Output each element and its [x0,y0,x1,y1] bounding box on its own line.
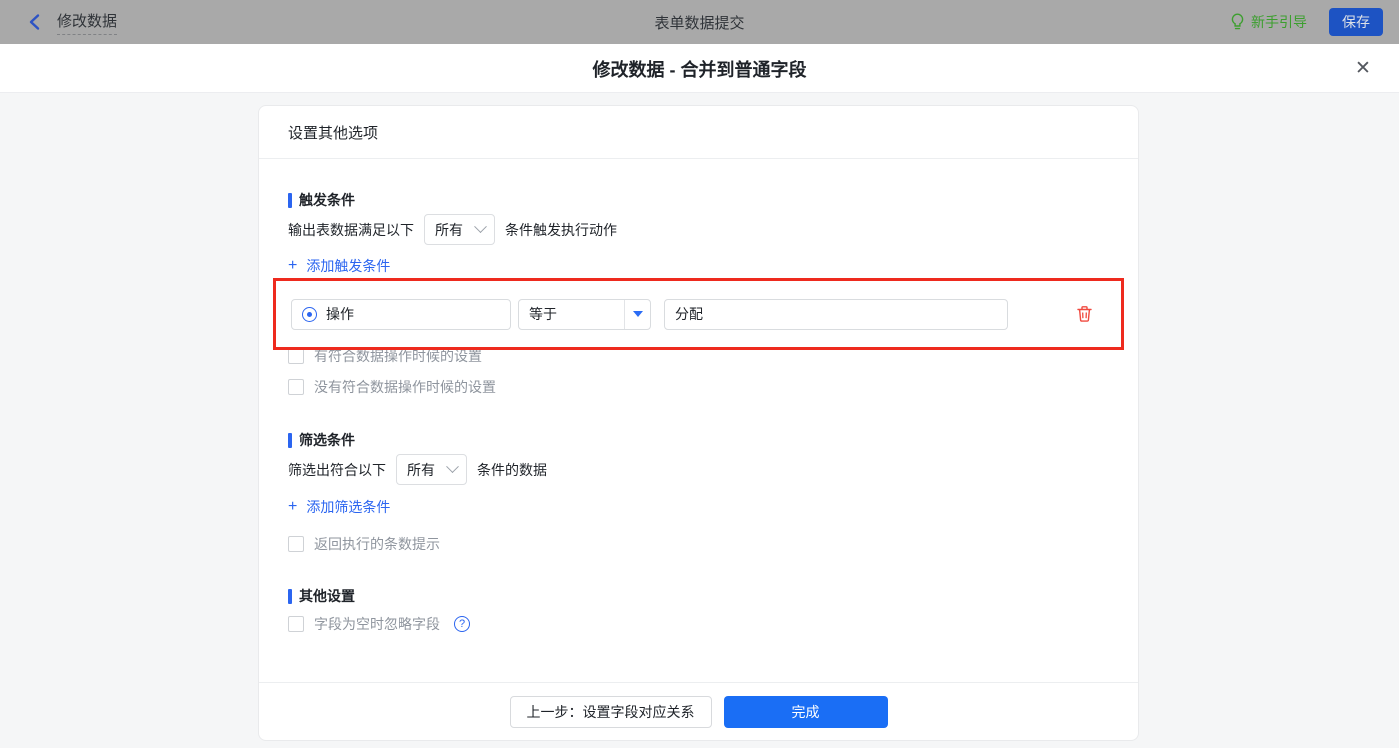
trigger-condition-row-highlight: 操作 等于 分配 [273,278,1124,350]
count-tip-checkbox[interactable] [288,536,304,552]
radio-field-type-icon [302,307,317,322]
dialog-header: 修改数据 - 合并到普通字段 ✕ [0,44,1399,93]
filter-match-select[interactable]: 所有 [396,454,467,485]
delete-condition-trash-icon[interactable] [1076,305,1093,323]
condition-value-input[interactable]: 分配 [664,299,1008,330]
card-footer: 上一步：设置字段对应关系 完成 [259,682,1138,741]
filter-prefix-label: 筛选出符合以下 [288,460,386,480]
add-filter-condition-link[interactable]: + 添加筛选条件 [288,497,390,517]
section-other-title: 其他设置 [288,586,355,606]
caret-cell[interactable] [624,300,650,329]
section-trigger-title: 触发条件 [288,190,355,210]
no-match-checkbox[interactable] [288,379,304,395]
section-accent-bar [288,589,292,604]
settings-card: 设置其他选项 触发条件 输出表数据满足以下 所有 条件触发执行动作 + 添加触发… [258,105,1139,741]
lightbulb-icon [1230,13,1245,31]
trigger-prefix-label: 输出表数据满足以下 [288,220,414,240]
has-match-checkbox[interactable] [288,348,304,364]
beginner-guide-link[interactable]: 新手引导 [1230,12,1307,32]
add-trigger-condition-link[interactable]: + 添加触发条件 [288,256,390,276]
section-filter-title: 筛选条件 [288,430,355,450]
chevron-down-icon [474,220,487,233]
no-match-setting-row: 没有符合数据操作时候的设置 [288,377,496,397]
ignore-empty-checkbox[interactable] [288,616,304,632]
filter-suffix-label: 条件的数据 [477,460,547,480]
condition-operator-select[interactable]: 等于 [518,299,651,330]
trigger-match-select[interactable]: 所有 [424,214,495,245]
card-header: 设置其他选项 [259,106,1138,159]
dialog-title: 修改数据 - 合并到普通字段 [0,44,1399,93]
done-button[interactable]: 完成 [724,696,888,728]
topbar: 修改数据 表单数据提交 新手引导 保存 [0,0,1399,44]
topbar-title: 表单数据提交 [0,12,1399,33]
condition-field-input[interactable]: 操作 [291,299,511,330]
count-tip-row: 返回执行的条数提示 [288,534,440,554]
close-icon[interactable]: ✕ [1349,44,1377,93]
help-icon[interactable]: ? [454,616,470,632]
trigger-match-row: 输出表数据满足以下 所有 条件触发执行动作 [288,214,617,245]
section-accent-bar [288,433,292,448]
chevron-down-icon [446,460,459,473]
guide-label: 新手引导 [1251,12,1307,32]
card-header-title: 设置其他选项 [288,122,378,143]
trigger-suffix-label: 条件触发执行动作 [505,220,617,240]
modal-body: 设置其他选项 触发条件 输出表数据满足以下 所有 条件触发执行动作 + 添加触发… [0,93,1399,748]
section-accent-bar [288,193,292,208]
ignore-empty-row: 字段为空时忽略字段 ? [288,614,470,634]
plus-icon: + [288,499,297,515]
plus-icon: + [288,258,297,274]
prev-step-button[interactable]: 上一步：设置字段对应关系 [510,696,712,728]
save-button[interactable]: 保存 [1329,8,1383,36]
caret-down-icon [633,311,643,317]
filter-match-row: 筛选出符合以下 所有 条件的数据 [288,454,547,485]
